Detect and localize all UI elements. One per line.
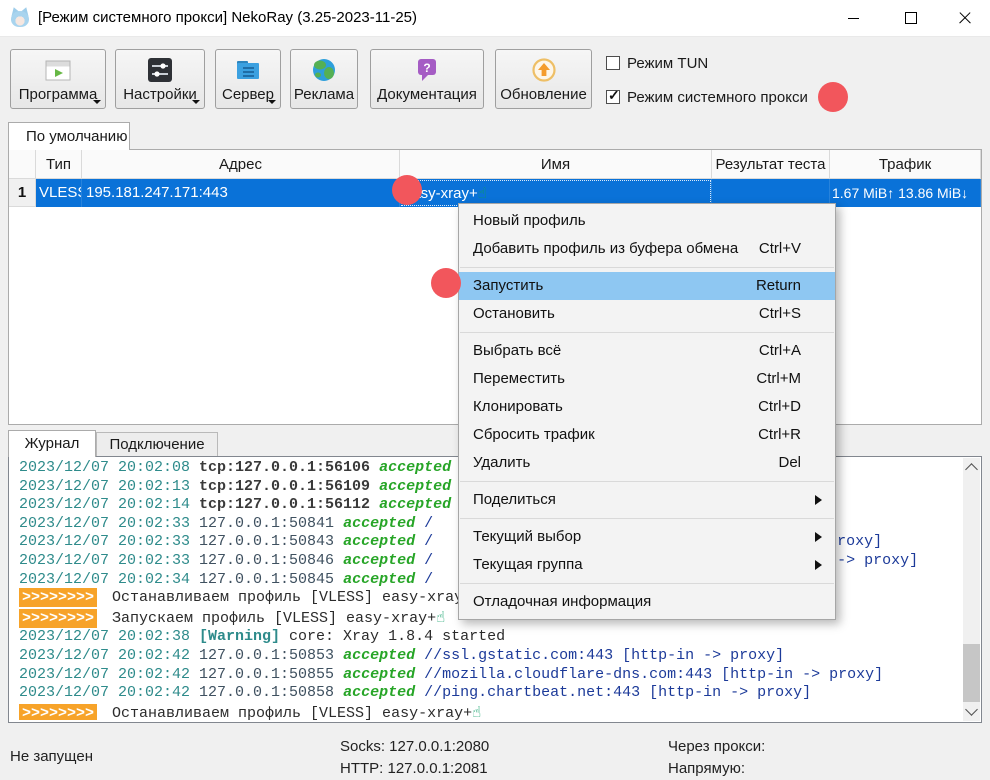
tab-connection[interactable]: Подключение [96,432,218,456]
minimize-button[interactable] [828,0,878,36]
menu-separator [459,477,835,486]
app-logo-icon [9,7,31,29]
nekoray-window: { "window": { "title": "[Режим системног… [0,0,990,780]
context-menu: Новый профиль Добавить профиль из буфера… [458,203,836,620]
status-state: Не запущен [10,748,93,765]
header-name[interactable]: Имя [400,150,712,179]
log-chip-arrows: >>>>>>>> [19,609,97,628]
menu-item-start[interactable]: ЗапуститьReturn [459,272,835,300]
checkbox-unchecked-icon [606,56,620,70]
menu-separator [459,263,835,272]
checkbox-checked-icon: ✓ [606,90,620,104]
tun-mode-label: Режим TUN [627,55,708,72]
log-chip-arrows: >>>>>>>> [19,704,97,720]
menu-item-stop[interactable]: ОстановитьCtrl+S [459,300,835,328]
system-proxy-checkbox[interactable]: ✓ Режим системного прокси [606,88,808,106]
window-title: [Режим системного прокси] NekoRay (3.25-… [38,0,417,36]
status-http: HTTP: 127.0.0.1:2081 [340,760,488,777]
scroll-up-icon[interactable] [965,463,978,476]
header-type[interactable]: Тип [36,150,82,179]
menu-item-share[interactable]: Поделиться [459,486,835,514]
update-button[interactable]: Обновление [495,49,592,109]
menu-item-new-profile[interactable]: Новый профиль [459,207,835,235]
dropdown-arrow-icon [93,100,101,104]
log-line: 2023/12/07 20:02:38 [Warning] core: Xray… [19,628,965,647]
svg-text:?: ? [423,61,430,75]
menu-item-add-profile-from-clipboard[interactable]: Добавить профиль из буфера обменаCtrl+V [459,235,835,263]
maximize-button[interactable] [886,0,936,36]
pointing-hand-icon: ☝ [436,608,445,626]
log-line: 2023/12/07 20:02:42 127.0.0.1:50858 acce… [19,684,965,703]
server-folder-icon [233,55,263,85]
log-scrollbar[interactable] [963,458,980,721]
server-button[interactable]: Сервер [215,49,281,109]
title-bar: [Режим системного прокси] NekoRay (3.25-… [0,0,990,37]
scrollbar-thumb[interactable] [963,644,980,702]
group-tab-default[interactable]: По умолчанию [8,122,130,150]
dropdown-arrow-icon [192,100,200,104]
pointing-hand-icon: ☝ [472,703,481,720]
header-traffic[interactable]: Трафик [830,150,981,179]
settings-icon [145,55,175,85]
row-number: 1 [9,179,36,207]
status-via-proxy: Через прокси: [668,738,765,755]
scroll-down-icon[interactable] [965,703,978,716]
pointing-hand-icon: ☝ [478,184,487,202]
update-button-label: Обновление [496,86,591,104]
globe-icon [309,55,339,85]
submenu-arrow-icon [815,495,822,505]
system-proxy-label: Режим системного прокси [627,89,808,106]
header-address[interactable]: Адрес [82,150,400,179]
documentation-button[interactable]: ? Документация [370,49,484,109]
annotation-dot [818,82,848,112]
submenu-arrow-icon [815,560,822,570]
header-test-result[interactable]: Результат теста [712,150,830,179]
menu-separator [459,514,835,523]
header-corner [9,150,36,179]
tun-mode-checkbox[interactable]: Режим TUN [606,54,708,72]
program-button-label: Программа [11,86,105,104]
menu-item-clone[interactable]: КлонироватьCtrl+D [459,393,835,421]
status-socks: Socks: 127.0.0.1:2080 [340,738,489,755]
log-line: >>>>>>>> Останавливаем профиль [VLESS] e… [19,703,965,720]
submenu-arrow-icon [815,532,822,542]
log-line: 2023/12/07 20:02:42 127.0.0.1:50855 acce… [19,666,965,685]
cell-traffic: 1.67 MiB↑ 13.86 MiB↓ [830,179,981,207]
settings-button-label: Настройки [116,86,204,104]
log-chip-arrows: >>>>>>>> [19,588,97,607]
annotation-dot [392,175,422,205]
menu-item-debug-info[interactable]: Отладочная информация [459,588,835,616]
menu-separator [459,328,835,337]
menu-item-current-group[interactable]: Текущая группа [459,551,835,579]
menu-item-reset-traffic[interactable]: Сбросить трафикCtrl+R [459,421,835,449]
annotation-dot [431,268,461,298]
menu-item-move[interactable]: ПереместитьCtrl+M [459,365,835,393]
update-icon [529,55,559,85]
settings-button[interactable]: Настройки [115,49,205,109]
close-button[interactable] [940,0,990,36]
program-icon [43,55,73,85]
cell-type: VLESS [36,179,82,207]
ads-button[interactable]: Реклама [290,49,358,109]
menu-item-delete[interactable]: УдалитьDel [459,449,835,477]
status-direct: Напрямую: [668,760,745,777]
server-table-header: Тип Адрес Имя Результат теста Трафик [9,150,981,179]
menu-item-current-selection[interactable]: Текущий выбор [459,523,835,551]
documentation-button-label: Документация [371,86,483,104]
menu-separator [459,579,835,588]
documentation-icon: ? [412,55,442,85]
program-button[interactable]: Программа [10,49,106,109]
dropdown-arrow-icon [268,100,276,104]
log-line: 2023/12/07 20:02:42 127.0.0.1:50853 acce… [19,647,965,666]
cell-address: 195.181.247.171:443 [82,179,400,207]
ads-button-label: Реклама [291,86,357,104]
menu-item-select-all[interactable]: Выбрать всёCtrl+A [459,337,835,365]
tab-log[interactable]: Журнал [8,430,96,457]
